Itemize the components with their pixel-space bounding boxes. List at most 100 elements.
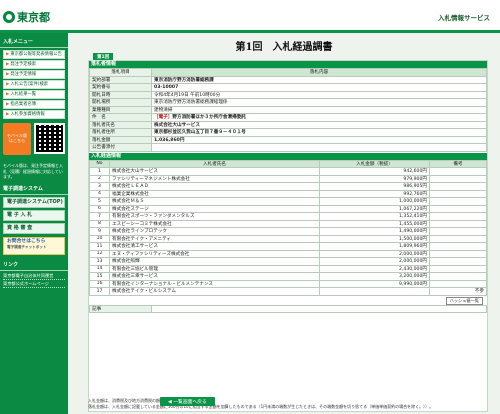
qualification-button[interactable]: 資 格 審 査: [3, 222, 65, 234]
row-label: 開札場所: [89, 98, 152, 107]
sidebar-menu-heading: 入札メニュー: [0, 35, 68, 48]
row-value: ［電子］野方消防署ほか３か所庁舎清掃委託: [151, 113, 487, 122]
bid-no: 16: [89, 279, 110, 288]
service-title: 入札情報サービス: [438, 14, 490, 22]
table-row: 10 有限会社テイク・アメニティ 1,500,000円: [89, 234, 487, 243]
table-row: 17 株式会社テイク・ビルシステム 不参: [89, 287, 487, 296]
row-value-text: 建物清掃: [154, 107, 173, 113]
bid-name: 有限会社三協ビル管理: [109, 264, 320, 273]
row-value: 株式会社大山サービス: [151, 120, 487, 129]
sidebar-item[interactable]: ▶入札結果一覧: [3, 90, 65, 99]
bid-no: 15: [89, 272, 110, 281]
remarks-table: 記事: [89, 304, 487, 314]
mobile-promo: モバイル版 はこちら: [3, 123, 65, 161]
qr-code-icon: [34, 123, 65, 154]
row-label: 契約部署: [89, 75, 152, 84]
bid-no: 11: [89, 242, 110, 251]
row-value-text: 東京消防庁野方消防署総務課経理係: [154, 100, 228, 106]
sidebar-item[interactable]: ▶発注予定検索: [3, 60, 65, 69]
mobile-sub: はこちら: [9, 138, 25, 143]
hash-list-button[interactable]: ハッシュ値一覧: [445, 296, 483, 305]
bid-amount: [319, 287, 430, 296]
bid-note: [429, 212, 487, 221]
bid-no: 12: [89, 249, 110, 258]
sidebar-item-label: 入札参加資格情報: [10, 112, 45, 117]
bid-note: [429, 174, 487, 183]
winner-table-header: 落札項目 落札内容: [89, 68, 487, 77]
arrow-right-icon: ▶: [6, 72, 10, 77]
bid-table: No 入札者氏名 入札金額（税抜） 備考 1 株式会社大山サービス 942,600円…: [89, 159, 487, 296]
e-bidding-button[interactable]: 電 子 入 札: [3, 209, 65, 221]
e-procurement-top-button[interactable]: 電子調達システム(TOP): [3, 196, 65, 208]
inquiry-chatbot-button[interactable]: お問合せはこちら 電子調達チャットボット: [3, 236, 65, 255]
bid-no: 8: [89, 219, 110, 228]
bid-name: 株式会社ステージ: [109, 204, 320, 213]
winner-row: 業種種目 建物清掃: [89, 105, 487, 114]
remarks-label: 記事: [89, 304, 152, 313]
winner-table: 落札項目 落札内容 契約部署 東京消防庁野方消防署総務課 契約番号 03-10007 開…: [89, 68, 487, 152]
sidebar: 入札メニュー ▶東京都公報等発表情報公告 ▶発注予定検索 ▶発注予定情報 ▶入札公告(…: [0, 33, 68, 414]
row-value: 東京消防庁野方消防署総務課経理係: [151, 98, 487, 107]
bid-amount: 1,000,000円: [319, 197, 430, 206]
row-label: 落札者氏名: [89, 120, 152, 129]
bid-name: 株式会社テイク・ビルシステム: [109, 287, 320, 296]
bid-amount: 1,809,960円: [319, 242, 430, 251]
main-content: 第1回 入札経過調書 第1回 落札者情報 落札項目 落札内容 契約部署 東京消防庁…: [68, 33, 500, 414]
bid-name: 有限会社スポーツ・ファンダメンタルズ: [109, 212, 320, 221]
bid-name: 株式会社ＬＥＡＤ: [109, 182, 320, 191]
inquiry-line1: お問合せはこちら: [7, 238, 46, 244]
sidebar-item[interactable]: ▶入札参加資格情報: [3, 110, 65, 119]
bid-note: [429, 264, 487, 273]
sidebar-item[interactable]: ▶東京都公報等発表情報公告: [3, 50, 65, 59]
bid-amount: 2,000,000円: [319, 249, 430, 258]
row-label: 開札日時: [89, 90, 152, 99]
mobile-note: モバイル版は、発注予定情報と入札（見積）経過情報に対応しています。: [3, 163, 63, 179]
table-row: 16 有限会社インターナショナル・ビルメンテナンス 9,990,000円: [89, 279, 487, 288]
winner-row: 開札日時 令和4年4月19日 午前10時00分: [89, 90, 487, 99]
section-bid-history: 入札経過情報: [89, 152, 487, 160]
header-amount: 入札金額（税抜）: [319, 159, 430, 168]
inquiry-line2: 電子調達チャットボット: [7, 244, 47, 249]
row-value: 1,036,860円: [151, 135, 487, 144]
bid-name: 株式会社ラインプロテック: [109, 227, 320, 236]
table-row: 2 ファシリティーマネジメント株式会社 979,900円: [89, 174, 487, 183]
bid-amount: 992,760円: [319, 189, 430, 198]
bid-no: 14: [89, 264, 110, 273]
bid-name: 株式会社清工サービス: [109, 242, 320, 251]
sidebar-menu: ▶東京都公報等発表情報公告 ▶発注予定検索 ▶発注予定情報 ▶入札公告(案件)検索 ▶入…: [0, 50, 68, 119]
row-value-text: 野方消防署ほか３か所庁舎清掃委託: [172, 115, 246, 121]
bid-note: [429, 242, 487, 251]
row-value-text: 1,036,860円: [154, 137, 185, 143]
footer-link-joint[interactable]: 東京都電子自治体共同運営: [3, 273, 65, 280]
back-to-list-button[interactable]: ◀ 一覧画面へ戻る: [160, 397, 215, 406]
bid-name: 有限会社インターナショナル・ビルメンテナンス: [109, 279, 320, 288]
header-no: No: [89, 159, 110, 168]
table-row: 5 株式会社Ｍ＆Ｓ 1,000,000円: [89, 197, 487, 206]
tokyo-emblem-icon: [3, 11, 15, 23]
header-content: 落札内容: [151, 68, 487, 77]
bid-note: [429, 249, 487, 258]
mobile-link[interactable]: モバイル版 はこちら: [3, 123, 31, 155]
table-row: 6 株式会社ステージ 1,067,220円: [89, 204, 487, 213]
tokyo-logo[interactable]: 東京都: [3, 9, 50, 25]
sidebar-item-label: 入札結果一覧: [10, 92, 37, 97]
sidebar-item[interactable]: ▶入札公告(案件)検索: [3, 80, 65, 89]
bid-amount: 986,905円: [319, 182, 430, 191]
row-value: [151, 143, 487, 152]
footer-link-official[interactable]: 東京都公式ホームページ: [3, 281, 65, 288]
sidebar-item[interactable]: ▶指名業者名簿: [3, 100, 65, 109]
winner-row: 契約番号 03-10007: [89, 83, 487, 92]
logo-text: 東京都: [17, 11, 50, 24]
sidebar-item[interactable]: ▶発注予定情報: [3, 70, 65, 79]
bid-name: 株式会社照輝: [109, 257, 320, 266]
bid-amount: 2,430,000円: [319, 264, 430, 273]
bid-note: [429, 197, 487, 206]
sidebar-item-label: 発注予定検索: [10, 62, 37, 67]
header-note: 備考: [429, 159, 487, 168]
bid-name: エスピーシーコミテ株式会社: [109, 219, 320, 228]
row-value-text: 03-10007: [154, 84, 179, 90]
bid-no: 4: [89, 189, 110, 198]
row-value-text: 株式会社大山サービス: [154, 122, 200, 128]
bid-table-header: No 入札者氏名 入札金額（税抜） 備考: [89, 159, 487, 168]
row-label: 落札金額: [89, 135, 152, 144]
